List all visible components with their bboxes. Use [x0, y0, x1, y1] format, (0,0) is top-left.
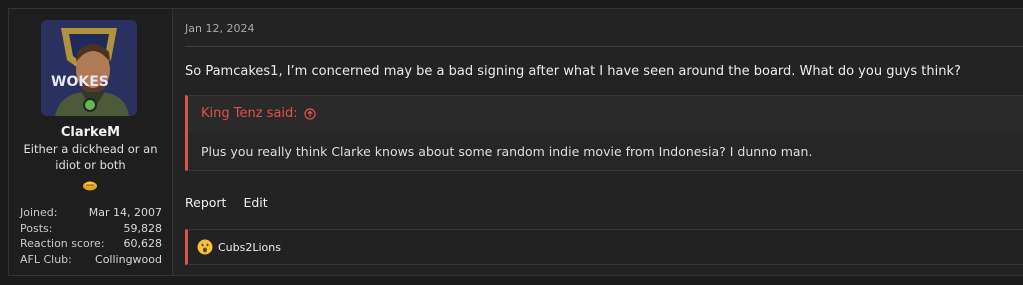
post-actions: Report Edit — [185, 195, 268, 210]
quote-body: Plus you really think Clarke knows about… — [201, 144, 813, 159]
post-message: So Pamcakes1, I’m concerned may be a bad… — [185, 64, 961, 79]
stat-joined: Joined: Mar 14, 2007 — [20, 205, 162, 221]
quote-author[interactable]: King Tenz said: — [201, 106, 298, 121]
quote-block: King Tenz said: Plus you really think Cl… — [185, 95, 1023, 171]
stat-value: Collingwood — [95, 252, 162, 266]
reactions-bar: Cubs2Lions — [185, 229, 1023, 265]
reaction-user-link[interactable]: Cubs2Lions — [218, 241, 281, 254]
stat-label: AFL Club: — [20, 252, 72, 266]
stat-reaction-score: Reaction score: 60,628 — [20, 236, 162, 252]
arrow-up-circle-icon[interactable] — [304, 107, 316, 120]
edit-button[interactable]: Edit — [243, 195, 267, 210]
stat-afl-club: AFL Club: Collingwood — [20, 252, 162, 268]
user-stats: Joined: Mar 14, 2007 Posts: 59,828 React… — [20, 205, 162, 267]
stat-label: Posts: — [20, 221, 53, 235]
online-status-icon — [83, 98, 97, 112]
divider — [185, 46, 1023, 47]
trophy-icon[interactable] — [82, 179, 98, 191]
post-main: Jan 12, 2024 So Pamcakes1, I’m concerned… — [173, 9, 1023, 275]
report-button[interactable]: Report — [185, 195, 226, 210]
avatar-text: WOKES — [51, 74, 109, 90]
user-title: Either a dickhead or an idiot or both — [23, 142, 158, 172]
user-info-panel: WOKES ClarkeM Either a dickhead or an id… — [9, 9, 173, 275]
stat-label: Joined: — [20, 206, 58, 219]
username[interactable]: ClarkeM — [9, 125, 172, 140]
quote-author-link[interactable]: King Tenz said: — [201, 106, 316, 121]
stat-value: Mar 14, 2007 — [88, 206, 162, 219]
stat-value: 59,828 — [123, 221, 163, 235]
wow-emoji-icon[interactable] — [197, 239, 213, 255]
stat-value: 60,628 — [123, 237, 163, 250]
post: WOKES ClarkeM Either a dickhead or an id… — [8, 8, 1023, 276]
post-date[interactable]: Jan 12, 2024 — [185, 22, 254, 35]
stat-label: Reaction score: — [20, 237, 105, 250]
stat-posts: Posts: 59,828 — [20, 221, 162, 237]
